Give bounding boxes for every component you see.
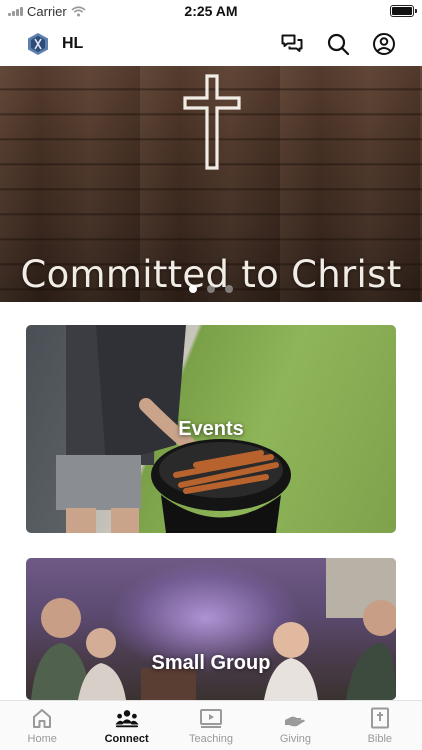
tab-connect[interactable]: Connect bbox=[84, 701, 168, 750]
tab-teaching[interactable]: Teaching bbox=[169, 701, 253, 750]
tab-label-teaching: Teaching bbox=[188, 732, 234, 745]
carousel-dot[interactable] bbox=[207, 285, 215, 293]
status-bar: Carrier 2:25 AM bbox=[0, 0, 422, 22]
chat-icon[interactable] bbox=[280, 32, 304, 56]
events-card[interactable]: Events bbox=[26, 325, 396, 533]
tab-label-giving: Giving bbox=[279, 732, 312, 745]
small-group-card[interactable]: Small Group bbox=[26, 558, 396, 700]
battery-icon bbox=[390, 5, 417, 17]
tab-giving[interactable]: Giving bbox=[253, 701, 337, 750]
giving-hand-icon bbox=[283, 707, 307, 729]
carousel-dot[interactable] bbox=[189, 285, 197, 293]
tab-bible[interactable]: Bible bbox=[338, 701, 422, 750]
people-icon bbox=[115, 707, 139, 729]
hero-banner[interactable]: Committed to Christ bbox=[0, 66, 422, 302]
small-group-photo bbox=[31, 558, 396, 700]
carousel-indicator[interactable] bbox=[0, 285, 422, 293]
tab-label-home: Home bbox=[27, 732, 57, 745]
tab-home[interactable]: Home bbox=[0, 701, 84, 750]
app-logo-icon[interactable] bbox=[26, 32, 50, 56]
carousel-dot[interactable] bbox=[225, 285, 233, 293]
video-icon bbox=[199, 707, 223, 729]
tab-bar: Home Connect Teaching Giving Bible bbox=[0, 700, 422, 750]
bible-icon bbox=[368, 707, 392, 729]
app-header: HL bbox=[0, 22, 422, 66]
card-label-small-group: Small Group bbox=[151, 652, 271, 674]
signal-icon bbox=[8, 6, 23, 16]
account-icon[interactable] bbox=[372, 32, 396, 56]
card-label-events: Events bbox=[178, 418, 244, 440]
home-icon bbox=[30, 707, 54, 729]
cross-icon bbox=[183, 74, 241, 170]
carrier-label: Carrier bbox=[27, 3, 67, 19]
tab-label-connect: Connect bbox=[104, 732, 149, 745]
app-name: HL bbox=[62, 35, 84, 52]
tab-label-bible: Bible bbox=[367, 732, 393, 745]
search-icon[interactable] bbox=[326, 32, 350, 56]
header-actions bbox=[280, 32, 396, 56]
status-left: Carrier bbox=[8, 4, 86, 19]
wifi-icon bbox=[71, 5, 86, 16]
